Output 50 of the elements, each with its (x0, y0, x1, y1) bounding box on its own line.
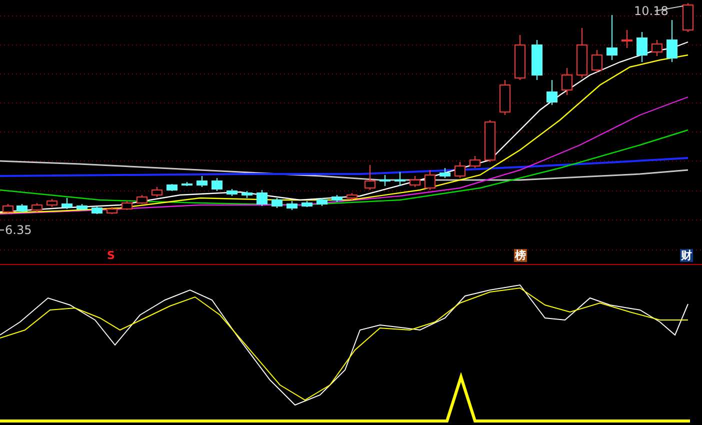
candlestick (332, 194, 342, 202)
candlestick (196, 176, 208, 188)
candlestick (286, 200, 298, 210)
candlestick (500, 80, 510, 116)
candlestick (242, 190, 252, 198)
candlestick (346, 192, 358, 200)
candlestick (424, 170, 436, 190)
candlestick (122, 200, 132, 210)
candlestick (272, 198, 282, 208)
candlestick (380, 174, 390, 186)
candlestick (212, 178, 222, 192)
candlestick (226, 188, 238, 196)
candlestick (546, 80, 558, 106)
candlestick (166, 184, 178, 192)
event-marker[interactable]: S (106, 249, 116, 262)
candlestick (666, 20, 678, 62)
candlestick (622, 30, 632, 48)
candlestick (636, 32, 648, 62)
low-price-label: 6.35 (5, 223, 32, 237)
candlestick (76, 204, 88, 210)
candlestick (440, 168, 450, 178)
high-price-label: 10.18 (634, 4, 668, 18)
candlestick (514, 34, 526, 80)
candlestick (316, 198, 328, 206)
candlestick (364, 164, 376, 190)
candlestick (576, 28, 588, 78)
candlestick (106, 206, 118, 214)
candlestick (152, 186, 162, 198)
candlestick (302, 200, 312, 208)
candlestick (652, 40, 662, 56)
candlestick (454, 162, 466, 178)
candlestick (2, 204, 14, 214)
candlestick (562, 68, 572, 96)
candlestick (470, 156, 480, 168)
candlestick (394, 172, 406, 186)
candlestick (136, 194, 148, 204)
candlestick (592, 50, 602, 72)
candlestick (32, 202, 42, 212)
candlestick (682, 2, 694, 32)
candlestick (532, 40, 542, 80)
candlestick (46, 198, 58, 208)
candlestick (410, 176, 420, 188)
candlestick (606, 14, 618, 60)
candlestick (62, 198, 72, 210)
event-marker[interactable]: 财 (680, 249, 693, 262)
candlestick (256, 190, 268, 206)
candlestick (16, 204, 28, 214)
candlestick (92, 206, 102, 214)
candlestick (484, 120, 496, 162)
event-marker[interactable]: 榜 (514, 249, 527, 262)
